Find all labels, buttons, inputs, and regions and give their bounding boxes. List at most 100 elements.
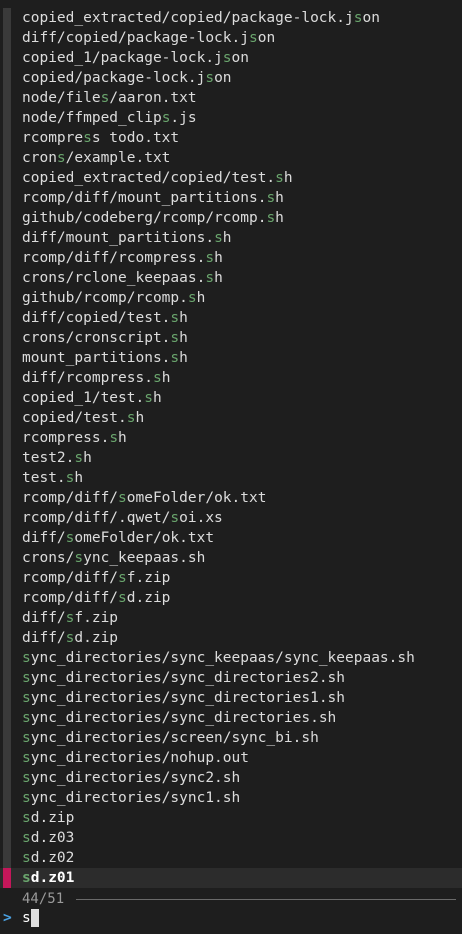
match-highlight: s: [248, 30, 258, 46]
path-prefix: copied/test.: [22, 410, 127, 426]
result-item[interactable]: test2.sh: [0, 448, 462, 468]
result-item[interactable]: sync_directories/nohup.out: [0, 748, 462, 768]
result-item[interactable]: sync_directories/screen/sync_bi.sh: [0, 728, 462, 748]
result-item[interactable]: copied_extracted/copied/test.sh: [0, 168, 462, 188]
result-item[interactable]: rcomp/diff/someFolder/ok.txt: [0, 488, 462, 508]
result-path: crons/example.txt: [22, 148, 170, 168]
result-path: sync_directories/sync2.sh: [22, 768, 240, 788]
row-gutter: [3, 768, 11, 788]
path-prefix: diff/rcompress.: [22, 370, 153, 386]
path-prefix: cron: [22, 150, 57, 166]
result-item[interactable]: rcomp/diff/mount_partitions.sh: [0, 188, 462, 208]
result-path: sd.z02: [22, 848, 74, 868]
row-gutter: [3, 548, 11, 568]
result-item[interactable]: copied/package-lock.json: [0, 68, 462, 88]
path-prefix: rcomp/diff/mount_partitions.: [22, 190, 267, 206]
result-item[interactable]: copied_extracted/copied/package-lock.jso…: [0, 8, 462, 28]
path-prefix: diff/: [22, 630, 66, 646]
path-suffix: ync_directories/sync_directories1.sh: [30, 690, 346, 706]
result-item[interactable]: diff/sd.zip: [0, 628, 462, 648]
result-item[interactable]: sync_directories/sync_directories2.sh: [0, 668, 462, 688]
result-item[interactable]: sd.z03: [0, 828, 462, 848]
match-highlight: s: [205, 70, 215, 86]
path-suffix: d.z03: [30, 830, 75, 846]
result-item[interactable]: rcomp/diff/rcompress.sh: [0, 248, 462, 268]
match-highlight: s: [266, 210, 276, 226]
path-prefix: crons/cronscript.: [22, 330, 171, 346]
path-prefix: diff/copied/package-lock.j: [22, 30, 249, 46]
result-item[interactable]: copied/test.sh: [0, 408, 462, 428]
result-item[interactable]: crons/sync_keepaas.sh: [0, 548, 462, 568]
result-path: sync_directories/sync1.sh: [22, 788, 240, 808]
result-item[interactable]: rcompress todo.txt: [0, 128, 462, 148]
path-prefix: rcomp/diff/rcompress.: [22, 250, 206, 266]
path-suffix: h: [83, 450, 92, 466]
result-path: rcomp/diff/mount_partitions.sh: [22, 188, 284, 208]
row-gutter: [3, 248, 11, 268]
result-item[interactable]: diff/mount_partitions.sh: [0, 228, 462, 248]
row-gutter: [3, 48, 11, 68]
match-highlight: s: [170, 310, 180, 326]
path-suffix: d.zip: [126, 590, 171, 606]
path-suffix: h: [275, 210, 284, 226]
result-item[interactable]: github/rcomp/rcomp.sh: [0, 288, 462, 308]
path-prefix: copied_1/test.: [22, 390, 145, 406]
result-item[interactable]: sync_directories/sync_directories.sh: [0, 708, 462, 728]
result-item[interactable]: diff/rcompress.sh: [0, 368, 462, 388]
search-prompt[interactable]: > s: [0, 908, 462, 928]
result-path: sd.z01: [22, 868, 74, 888]
match-highlight: s: [22, 870, 31, 886]
row-gutter: [3, 188, 11, 208]
result-item[interactable]: rcomp/diff/sf.zip: [0, 568, 462, 588]
row-gutter: [3, 408, 11, 428]
result-path: diff/copied/package-lock.json: [22, 28, 275, 48]
path-prefix: rcompre: [22, 130, 84, 146]
result-item[interactable]: crons/rclone_keepaas.sh: [0, 268, 462, 288]
row-gutter: [3, 648, 11, 668]
result-item[interactable]: sync_directories/sync1.sh: [0, 788, 462, 808]
result-item[interactable]: copied_1/test.sh: [0, 388, 462, 408]
row-gutter: [3, 308, 11, 328]
result-path: crons/cronscript.sh: [22, 328, 188, 348]
result-item[interactable]: sd.zip: [0, 808, 462, 828]
result-item[interactable]: node/files/aaron.txt: [0, 88, 462, 108]
match-count: 44/51: [22, 891, 65, 907]
result-item[interactable]: diff/copied/package-lock.json: [0, 28, 462, 48]
result-item[interactable]: diff/sf.zip: [0, 608, 462, 628]
result-item[interactable]: crons/example.txt: [0, 148, 462, 168]
path-suffix: ync_directories/screen/sync_bi.sh: [30, 730, 319, 746]
result-item[interactable]: sync_directories/sync_directories1.sh: [0, 688, 462, 708]
path-prefix: github/codeberg/rcomp/rcomp.: [22, 210, 267, 226]
path-prefix: mount_partitions.: [22, 350, 171, 366]
result-item[interactable]: copied_1/package-lock.json: [0, 48, 462, 68]
selected-result-item[interactable]: sd.z01: [0, 868, 462, 888]
result-path: diff/rcompress.sh: [22, 368, 170, 388]
result-item[interactable]: node/ffmped_clips.js: [0, 108, 462, 128]
result-item[interactable]: sync_directories/sync_keepaas/sync_keepa…: [0, 648, 462, 668]
result-item[interactable]: diff/someFolder/ok.txt: [0, 528, 462, 548]
result-item[interactable]: sd.z02: [0, 848, 462, 868]
result-item[interactable]: github/codeberg/rcomp/rcomp.sh: [0, 208, 462, 228]
path-suffix: /aaron.txt: [109, 90, 197, 106]
path-prefix: diff/copied/test.: [22, 310, 171, 326]
result-item[interactable]: crons/cronscript.sh: [0, 328, 462, 348]
result-item[interactable]: rcomp/diff/.qwet/soi.xs: [0, 508, 462, 528]
row-gutter: [3, 288, 11, 308]
text-cursor: [31, 909, 39, 927]
row-gutter: [3, 468, 11, 488]
result-item[interactable]: test.sh: [0, 468, 462, 488]
result-item[interactable]: rcomp/diff/sd.zip: [0, 588, 462, 608]
row-gutter: [3, 368, 11, 388]
row-gutter: [3, 788, 11, 808]
result-item[interactable]: rcompress.sh: [0, 428, 462, 448]
match-highlight: s: [22, 850, 31, 866]
search-input[interactable]: s: [22, 908, 31, 928]
result-item[interactable]: diff/copied/test.sh: [0, 308, 462, 328]
result-item[interactable]: mount_partitions.sh: [0, 348, 462, 368]
row-gutter: [3, 268, 11, 288]
result-path: test.sh: [22, 468, 83, 488]
row-gutter: [3, 328, 11, 348]
match-highlight: s: [74, 550, 84, 566]
row-gutter: [3, 688, 11, 708]
result-item[interactable]: sync_directories/sync2.sh: [0, 768, 462, 788]
